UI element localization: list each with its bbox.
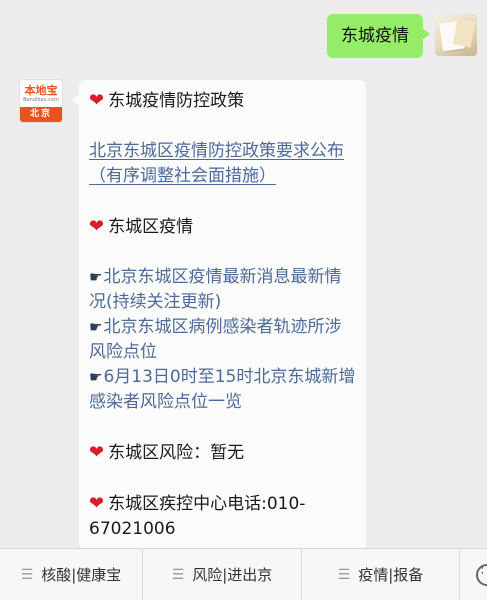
menu-lines-icon: ☰ (171, 566, 185, 583)
menu-item-label: 疫情|报备 (358, 566, 424, 584)
policy-link[interactable]: 北京东城区疫情防控政策要求公布（有序调整社会面措施） (89, 141, 344, 186)
menu-item-nucleic-health[interactable]: ☰ 核酸|健康宝 (0, 549, 143, 600)
pointing-hand-icon: ☛ (89, 318, 103, 336)
policy-heading-text: 东城疫情防控政策 (108, 91, 245, 111)
pointing-hand-icon: ☛ (89, 368, 103, 386)
policy-heading: ❤ 东城疫情防控政策 (89, 88, 356, 114)
menu-item-risk-travel[interactable]: ☰ 风险|进出京 (143, 549, 302, 600)
epidemic-news-link[interactable]: 北京东城区疫情最新消息最新情况(持续关注更新) (89, 267, 341, 312)
heart-icon: ❤ (89, 90, 105, 111)
avatar-page-shape (452, 18, 476, 48)
phone-heading: ❤ 东城区疾控中心电话:010-67021006 (89, 491, 356, 542)
incoming-message-bubble: ❤ 东城疫情防控政策 北京东城区疫情防控政策要求公布（有序调整社会面措施） ❤ 东城… (72, 80, 366, 550)
pointing-hand-icon: ☛ (89, 268, 103, 286)
epidemic-heading: ❤ 东城区疫情 (89, 214, 356, 240)
outgoing-message-row: 东城疫情 (327, 14, 477, 58)
epidemic-heading-text: 东城区疫情 (108, 217, 194, 237)
user-avatar[interactable] (435, 14, 477, 56)
outgoing-message-bubble[interactable]: 东城疫情 (327, 14, 430, 58)
bot-avatar-brand: 本地宝 (24, 84, 58, 97)
bottom-menu-bar: ☰ 核酸|健康宝 ☰ 风险|进出京 ☰ 疫情|报备 (0, 548, 487, 600)
bot-avatar-site: Bendibao.com (23, 97, 59, 103)
risk-points-link[interactable]: 6月13日0时至15时北京东城新增感染者风险点位一览 (89, 367, 355, 412)
bot-avatar-city: 北京 (20, 107, 62, 122)
case-trajectory-link[interactable]: 北京东城区病例感染者轨迹所涉风险点位 (89, 317, 341, 362)
keyboard-toggle-icon (476, 563, 487, 586)
heart-icon: ❤ (89, 216, 105, 237)
menu-item-label: 核酸|健康宝 (41, 566, 122, 584)
menu-lines-icon: ☰ (337, 566, 351, 583)
menu-lines-icon: ☰ (20, 566, 34, 583)
bot-avatar[interactable]: 本地宝 Bendibao.com 北京 (20, 80, 62, 122)
risk-heading-text: 东城区风险：暂无 (108, 443, 245, 463)
menu-item-label: 风险|进出京 (192, 566, 273, 584)
outgoing-message-text: 东城疫情 (341, 26, 409, 46)
risk-heading: ❤ 东城区风险：暂无 (89, 440, 356, 466)
heart-icon: ❤ (89, 493, 105, 514)
phone-heading-text: 东城区疾控中心电话:010-67021006 (89, 494, 306, 539)
heart-icon: ❤ (89, 442, 105, 463)
menu-item-epidemic-report[interactable]: ☰ 疫情|报备 (302, 549, 460, 600)
keyboard-toggle-button[interactable] (460, 549, 487, 600)
